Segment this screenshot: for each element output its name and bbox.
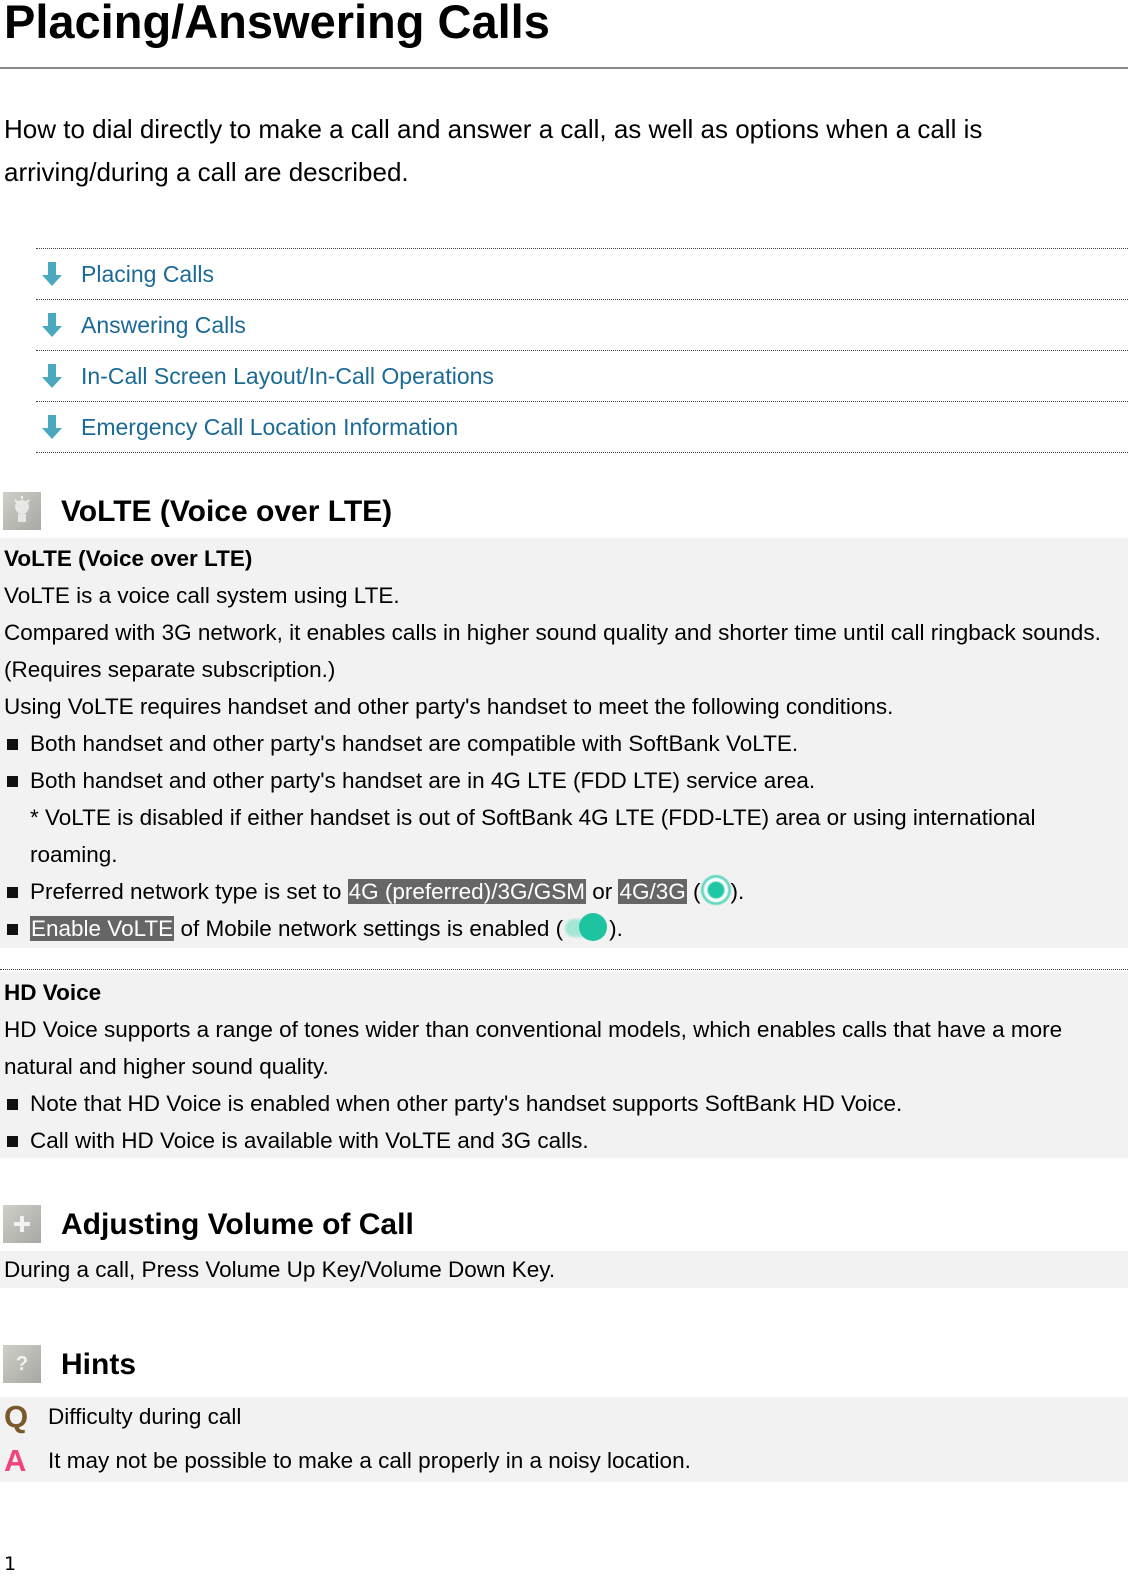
radio-selected-icon	[700, 875, 731, 905]
question-icon: ?	[3, 1345, 41, 1383]
bullet-icon	[7, 924, 18, 935]
hints-section-header: ? Hints	[0, 1345, 136, 1383]
bullet-icon	[7, 776, 18, 787]
setting-highlight: Enable VoLTE	[30, 916, 175, 941]
bullet-icon	[7, 1136, 18, 1147]
paragraph: HD Voice supports a range of tones wider…	[4, 1017, 1063, 1079]
list-item: Both handset and other party's handset a…	[0, 725, 1128, 762]
list-item-text: Both handset and other party's handset a…	[30, 768, 816, 793]
toc-item-emergency-call[interactable]: Emergency Call Location Information	[36, 402, 1128, 453]
list-item: Preferred network type is set to 4G (pre…	[0, 873, 1128, 910]
arrow-down-icon	[42, 262, 62, 286]
divider	[0, 969, 1128, 970]
paragraph: Using VoLTE requires handset and other p…	[4, 694, 894, 719]
list-item-text: (	[686, 879, 701, 904]
section-heading: Hints	[61, 1348, 136, 1381]
setting-highlight: 4G (preferred)/3G/GSM	[347, 879, 586, 904]
paragraph: Compared with 3G network, it enables cal…	[4, 620, 1101, 682]
answer-letter: A	[4, 1443, 27, 1478]
setting-highlight: 4G/3G	[618, 879, 687, 904]
list-item-text: Preferred network type is set to	[30, 879, 348, 904]
question-letter: Q	[4, 1399, 29, 1434]
bullet-icon	[7, 1099, 18, 1110]
hints-box: Q Difficulty during call A It may not be…	[0, 1397, 1128, 1482]
box-title: HD Voice	[4, 980, 102, 1005]
section-heading: Adjusting Volume of Call	[61, 1208, 414, 1241]
toc-link[interactable]: In-Call Screen Layout/In-Call Operations	[81, 363, 494, 390]
volume-info-box: During a call, Press Volume Up Key/Volum…	[0, 1251, 1128, 1288]
list-item: Both handset and other party's handset a…	[0, 762, 1128, 799]
list-item-text: Call with HD Voice is available with VoL…	[30, 1128, 589, 1153]
toc-link[interactable]: Answering Calls	[81, 312, 246, 339]
list-item-text: ).	[730, 879, 745, 904]
hd-voice-box: HD Voice HD Voice supports a range of to…	[0, 972, 1128, 1158]
paragraph: During a call, Press Volume Up Key/Volum…	[4, 1257, 556, 1282]
toc-item-answering-calls[interactable]: Answering Calls	[36, 300, 1128, 351]
paragraph: VoLTE is a voice call system using LTE.	[4, 583, 400, 608]
intro-paragraph: How to dial directly to make a call and …	[4, 114, 983, 187]
question-text: Difficulty during call	[48, 1404, 242, 1429]
lightbulb-icon	[3, 492, 41, 530]
answer-row: A It may not be possible to make a call …	[0, 1437, 1128, 1485]
list-item: Note that HD Voice is enabled when other…	[0, 1085, 1128, 1122]
page-title: Placing/Answering Calls	[4, 0, 550, 48]
volte-section-header: VoLTE (Voice over LTE)	[0, 492, 392, 530]
arrow-down-icon	[42, 364, 62, 388]
list-item-text: Note that HD Voice is enabled when other…	[30, 1091, 903, 1116]
volte-info-box: VoLTE (Voice over LTE) VoLTE is a voice …	[0, 538, 1128, 948]
box-title: VoLTE (Voice over LTE)	[4, 546, 253, 571]
question-row: Q Difficulty during call	[0, 1397, 1128, 1437]
section-heading: VoLTE (Voice over LTE)	[61, 495, 393, 528]
volume-section-header: Adjusting Volume of Call	[0, 1205, 414, 1243]
bullet-icon	[7, 887, 18, 898]
toc-link[interactable]: Placing Calls	[81, 261, 214, 288]
arrow-down-icon	[42, 415, 62, 439]
list-item-text: or	[585, 879, 619, 904]
list-item: Call with HD Voice is available with VoL…	[0, 1122, 1128, 1159]
arrow-down-icon	[42, 313, 62, 337]
plus-icon	[3, 1205, 41, 1243]
toc-item-placing-calls[interactable]: Placing Calls	[36, 249, 1128, 300]
list-item-text: Both handset and other party's handset a…	[30, 731, 799, 756]
toggle-on-icon	[563, 912, 609, 942]
list-item: Enable VoLTE of Mobile network settings …	[0, 910, 1128, 947]
toc-link[interactable]: Emergency Call Location Information	[81, 414, 458, 441]
toc-item-in-call-screen[interactable]: In-Call Screen Layout/In-Call Operations	[36, 351, 1128, 402]
bullet-icon	[7, 739, 18, 750]
list-item-text: of Mobile network settings is enabled (	[174, 916, 564, 941]
note-text: * VoLTE is disabled if either handset is…	[30, 805, 1036, 867]
page-number: 1	[4, 1553, 17, 1575]
table-of-contents: Placing Calls Answering Calls In-Call Sc…	[36, 248, 1128, 453]
title-divider	[0, 67, 1128, 69]
answer-text: It may not be possible to make a call pr…	[48, 1448, 691, 1473]
list-item-text: ).	[609, 916, 623, 941]
